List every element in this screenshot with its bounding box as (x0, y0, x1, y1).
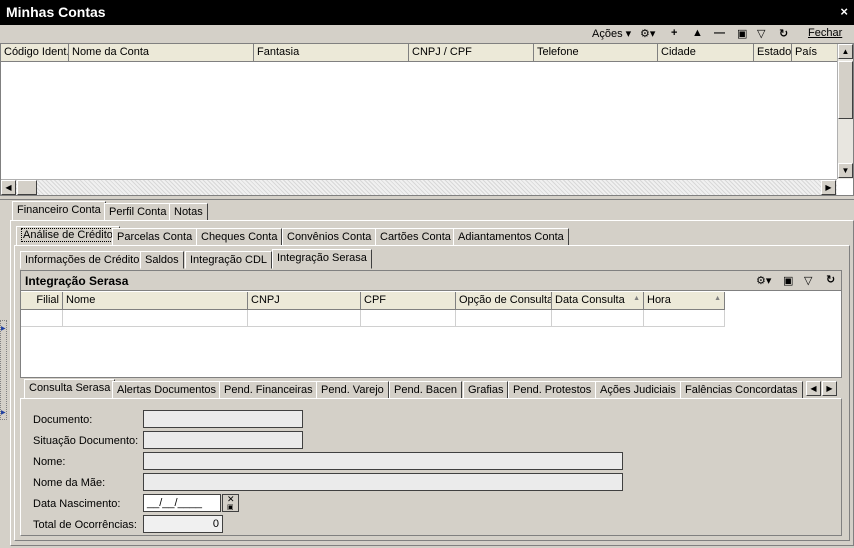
expand-right-icon: ▶ (1, 410, 6, 416)
nome-mae-field[interactable] (143, 473, 623, 491)
tab-label: Análise de Crédito (21, 228, 115, 242)
col-nome-conta[interactable]: Nome da Conta (69, 44, 254, 62)
view-options-icon[interactable]: ⚙▾ (756, 274, 771, 287)
scroll-up-icon[interactable]: ▲ (838, 44, 853, 59)
export-icon[interactable]: ▣ (783, 274, 793, 287)
total-ocorrencias-field: 0 (143, 515, 223, 533)
col-cpf[interactable]: CPF (361, 292, 456, 310)
col-filial[interactable]: Filial (21, 292, 63, 310)
tab-parcelas-conta[interactable]: Parcelas Conta (112, 228, 198, 246)
acoes-menu[interactable]: Ações ▾ (592, 27, 631, 40)
tab-integracao-serasa[interactable]: Integração Serasa (272, 249, 372, 269)
date-picker-button[interactable]: ✕ ▣ (222, 494, 239, 512)
calendar-icon: ▣ (227, 504, 234, 511)
tab-financeiro-conta[interactable]: Financeiro Conta (12, 201, 106, 221)
col-opcao-consulta[interactable]: Opção de Consulta (456, 292, 552, 310)
refresh-icon[interactable]: ↻ (779, 27, 788, 40)
tab-adiantamentos-conta[interactable]: Adiantamentos Conta (453, 228, 569, 246)
tab-scroll-right-icon[interactable]: ▶ (822, 381, 837, 396)
col-cidade[interactable]: Cidade (658, 44, 754, 62)
fechar-button[interactable]: Fechar (808, 27, 842, 39)
view-options-icon[interactable]: ⚙▾ (640, 27, 655, 40)
tab-integracao-cdl[interactable]: Integração CDL (185, 251, 273, 269)
tab-alertas-documentos[interactable]: Alertas Documentos (112, 381, 222, 399)
tab-acoes-judiciais[interactable]: Ações Judiciais (595, 381, 681, 399)
documento-label: Documento: (33, 414, 93, 426)
tab-cheques-conta[interactable]: Cheques Conta (196, 228, 283, 246)
tab-pend-protestos[interactable]: Pend. Protestos (508, 381, 597, 399)
tab-pend-varejo[interactable]: Pend. Varejo (316, 381, 389, 399)
tab-falencias-concordatas[interactable]: Falências Concordatas (680, 381, 803, 399)
acoes-label: Ações (592, 28, 623, 40)
remove-icon[interactable]: — (714, 27, 725, 39)
move-up-icon[interactable]: ▲ (692, 27, 703, 39)
scroll-right-icon[interactable]: ▶ (821, 180, 836, 195)
sort-icon: ▲ (714, 295, 721, 302)
window-title: Minhas Contas (6, 4, 106, 20)
add-icon[interactable]: + (671, 27, 677, 39)
col-hora[interactable]: Hora ▲ (644, 292, 725, 310)
col-label: Hora (647, 294, 671, 306)
tab-pend-bacen[interactable]: Pend. Bacen (389, 381, 462, 399)
title-bar: Minhas Contas × (0, 0, 854, 25)
situacao-documento-label: Situação Documento: (33, 435, 139, 447)
scroll-left-icon[interactable]: ◀ (1, 180, 16, 195)
documento-field[interactable] (143, 410, 303, 428)
col-codigo[interactable]: Código Ident. (1, 44, 69, 62)
vertical-scrollbar[interactable]: ▲ ▼ (837, 44, 853, 179)
col-telefone[interactable]: Telefone (534, 44, 658, 62)
col-label: Data Consulta (555, 294, 625, 306)
side-collapse-handle[interactable]: ▶ ▶ (0, 320, 7, 420)
toolbar: Ações ▾ ⚙▾ + ▲ — ▣ ▽ ↻ Fechar (0, 25, 854, 43)
tab-analise-credito[interactable]: Análise de Crédito (16, 226, 120, 246)
col-estado[interactable]: Estado (754, 44, 792, 62)
tab-saldos[interactable]: Saldos (140, 251, 184, 269)
scroll-thumb[interactable] (838, 61, 853, 119)
situacao-documento-field[interactable] (143, 431, 303, 449)
filter-icon[interactable]: ▽ (804, 274, 812, 287)
tab-scroll-left-icon[interactable]: ◀ (806, 381, 821, 396)
sort-icon: ▲ (633, 295, 640, 302)
tab-cartoes-conta[interactable]: Cartões Conta (375, 228, 456, 246)
tab-pend-financeiras[interactable]: Pend. Financeiras (219, 381, 318, 399)
col-data-consulta[interactable]: Data Consulta ▲ (552, 292, 644, 310)
tab-consulta-serasa[interactable]: Consulta Serasa (24, 379, 116, 399)
nome-field[interactable] (143, 452, 623, 470)
col-cnpj-cpf[interactable]: CNPJ / CPF (409, 44, 534, 62)
total-ocorrencias-label: Total de Ocorrências: (33, 519, 137, 531)
splitter[interactable] (0, 197, 854, 200)
col-fantasia[interactable]: Fantasia (254, 44, 409, 62)
serasa-header: Integração Serasa ⚙▾ ▣ ▽ ↻ (21, 271, 841, 291)
data-nascimento-label: Data Nascimento: (33, 498, 121, 510)
tab-informacoes-credito[interactable]: Informações de Crédito (20, 251, 145, 269)
table-row[interactable] (21, 310, 725, 327)
nome-label: Nome: (33, 456, 66, 468)
hscroll-thumb[interactable] (17, 180, 37, 195)
serasa-title: Integração Serasa (25, 274, 129, 288)
col-nome[interactable]: Nome (63, 292, 248, 310)
horizontal-scrollbar[interactable]: ◀ ▶ (1, 179, 837, 195)
tab-notas[interactable]: Notas (169, 203, 208, 221)
tab-convenios-conta[interactable]: Convênios Conta (282, 228, 377, 246)
nome-mae-label: Nome da Mãe: (33, 477, 106, 489)
chevron-down-icon: ▾ (625, 28, 632, 40)
col-pais[interactable]: País (792, 44, 838, 62)
data-nascimento-field[interactable]: __/__/____ (143, 494, 221, 512)
close-icon[interactable]: × (840, 4, 848, 19)
serasa-grid-panel: Integração Serasa ⚙▾ ▣ ▽ ↻ Filial Nome C… (20, 270, 842, 378)
export-icon[interactable]: ▣ (737, 27, 747, 40)
refresh-icon[interactable]: ↻ (826, 273, 835, 286)
filter-icon[interactable]: ▽ (757, 27, 765, 40)
tab-grafias[interactable]: Grafias (463, 381, 509, 399)
col-cnpj[interactable]: CNPJ (248, 292, 361, 310)
accounts-grid[interactable]: Código Ident. Nome da Conta Fantasia CNP… (0, 43, 854, 196)
expand-right-icon: ▶ (1, 326, 6, 332)
tab-perfil-conta[interactable]: Perfil Conta (104, 203, 172, 221)
scroll-down-icon[interactable]: ▼ (838, 163, 853, 178)
